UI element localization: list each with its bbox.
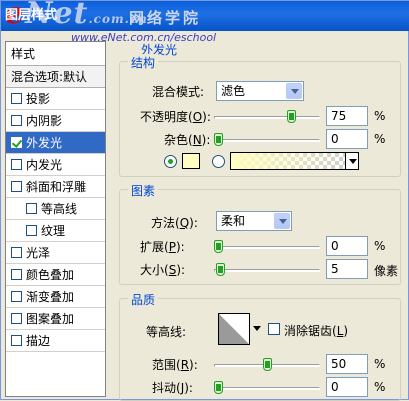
- spread-unit: %: [374, 239, 386, 253]
- styles-header[interactable]: 样式: [6, 42, 105, 66]
- gradient-dropdown-arrow[interactable]: [345, 152, 359, 170]
- layer-style-dialog: eNet.com.cn 网络学院 图层样式 www.eNet.com.cn/es…: [0, 0, 409, 401]
- style-checkbox[interactable]: [11, 247, 22, 258]
- style-checkbox[interactable]: [11, 291, 22, 302]
- style-list-item[interactable]: 投影: [6, 88, 105, 110]
- size-input[interactable]: 5: [326, 259, 368, 279]
- style-checkbox[interactable]: [11, 269, 22, 280]
- size-label: 大小(S):: [140, 263, 186, 277]
- style-list-item-label: 等高线: [41, 202, 78, 216]
- style-list-item-label: 外发光: [26, 136, 63, 150]
- style-list-item[interactable]: 斜面和浮雕: [6, 176, 105, 198]
- anti-alias-checkbox[interactable]: [268, 323, 280, 335]
- style-list-item-label: 光泽: [26, 246, 51, 260]
- style-checkbox[interactable]: [26, 225, 37, 236]
- method-label: 方法(Q):: [151, 216, 198, 230]
- anti-alias-label: 消除锯齿(L): [284, 324, 349, 338]
- jitter-label: 抖动(J):: [152, 381, 193, 395]
- spread-label: 扩展(P):: [140, 240, 185, 254]
- spread-slider-thumb[interactable]: [214, 240, 223, 253]
- noise-unit: %: [374, 132, 386, 146]
- elements-group: 图素 方法(Q): 柔和 扩展(P): 0 % 大小(S): 5 像素: [119, 182, 401, 285]
- jitter-unit: %: [374, 380, 386, 394]
- structure-title: 结构: [128, 54, 159, 71]
- noise-slider[interactable]: [214, 133, 320, 147]
- noise-input[interactable]: 0: [326, 129, 368, 149]
- style-list-item[interactable]: 光泽: [6, 242, 105, 264]
- glow-color-swatch[interactable]: [182, 153, 200, 169]
- range-unit: %: [374, 357, 386, 371]
- style-list-item-label: 渐变叠加: [26, 290, 75, 304]
- technique-select[interactable]: 柔和: [216, 211, 292, 231]
- style-checkbox[interactable]: [11, 313, 22, 324]
- style-checkbox[interactable]: [11, 137, 22, 148]
- style-list-item[interactable]: 内发光: [6, 154, 105, 176]
- jitter-input[interactable]: 0: [326, 377, 368, 397]
- size-slider-thumb[interactable]: [216, 263, 225, 276]
- opacity-unit: %: [374, 109, 386, 123]
- jitter-slider-thumb[interactable]: [214, 381, 223, 394]
- range-input[interactable]: 50: [326, 354, 368, 374]
- blending-options-item[interactable]: 混合选项:默认: [6, 66, 105, 88]
- blend-mode-value: 滤色: [221, 84, 246, 98]
- watermark-subtitle: 网络学院: [129, 9, 202, 27]
- style-checkbox[interactable]: [11, 181, 22, 192]
- style-list-item-label: 内阴影: [26, 114, 63, 128]
- blend-mode-select[interactable]: 滤色: [216, 81, 304, 101]
- noise-slider-thumb[interactable]: [214, 133, 223, 146]
- jitter-slider[interactable]: [214, 381, 320, 395]
- noise-label: 杂色(N):: [164, 133, 211, 147]
- style-checkbox[interactable]: [11, 93, 22, 104]
- style-list-item-label: 内发光: [26, 158, 63, 172]
- gradient-radio[interactable]: [212, 155, 225, 168]
- window-title: 图层样式: [5, 8, 58, 23]
- style-list-item[interactable]: 外发光: [6, 132, 105, 154]
- quality-title: 品质: [128, 291, 159, 308]
- chevron-down-icon: [274, 213, 290, 229]
- style-checkbox[interactable]: [11, 115, 22, 126]
- size-unit: 像素: [374, 264, 399, 278]
- style-list-item[interactable]: 内阴影: [6, 110, 105, 132]
- style-list-item-label: 描边: [26, 334, 51, 348]
- range-label: 范围(R):: [152, 358, 198, 372]
- style-list-item-label: 斜面和浮雕: [26, 180, 87, 194]
- style-checkbox[interactable]: [26, 203, 37, 214]
- opacity-slider-thumb[interactable]: [287, 110, 296, 123]
- elements-title: 图素: [128, 182, 159, 199]
- spread-input[interactable]: 0: [326, 236, 368, 256]
- style-list-item[interactable]: 描边: [6, 330, 105, 352]
- style-list-item-label: 图案叠加: [26, 312, 75, 326]
- opacity-label: 不透明度(O):: [140, 110, 211, 124]
- opacity-input[interactable]: 75: [326, 106, 368, 126]
- structure-group: 结构 混合模式: 滤色 不透明度(O): 75 % 杂色(N): 0 %: [119, 54, 401, 177]
- style-checkbox[interactable]: [11, 335, 22, 346]
- size-slider[interactable]: [214, 263, 320, 277]
- style-list: 样式 混合选项:默认 投影内阴影外发光内发光斜面和浮雕等高线纹理光泽颜色叠加渐变…: [5, 41, 106, 397]
- spread-slider[interactable]: [214, 240, 320, 254]
- chevron-down-icon: [286, 83, 302, 99]
- blend-mode-label: 混合模式:: [152, 85, 205, 99]
- contour-dropdown-arrow[interactable]: [251, 313, 262, 345]
- technique-value: 柔和: [221, 214, 246, 228]
- style-list-item[interactable]: 图案叠加: [6, 308, 105, 330]
- glow-gradient-picker[interactable]: [230, 152, 346, 170]
- title-bar: eNet.com.cn 网络学院 图层样式: [1, 1, 409, 31]
- style-list-item-label: 投影: [26, 92, 51, 106]
- range-slider[interactable]: [214, 358, 320, 372]
- style-list-item[interactable]: 渐变叠加: [6, 286, 105, 308]
- style-list-item[interactable]: 等高线: [6, 198, 105, 220]
- style-list-item[interactable]: 颜色叠加: [6, 264, 105, 286]
- outer-glow-panel: 外发光 结构 混合模式: 滤色 不透明度(O): 75 % 杂色(N): 0 %: [119, 41, 407, 401]
- range-slider-thumb[interactable]: [263, 358, 272, 371]
- style-list-item[interactable]: 纹理: [6, 220, 105, 242]
- solid-color-radio[interactable]: [164, 155, 177, 168]
- style-checkbox[interactable]: [11, 159, 22, 170]
- style-list-item-label: 颜色叠加: [26, 268, 75, 282]
- contour-preview[interactable]: [218, 313, 250, 345]
- quality-group: 品质 等高线: 消除锯齿(L) 范围(R): 50 % 抖动(J): 0 %: [119, 291, 401, 401]
- contour-label: 等高线:: [146, 325, 187, 339]
- opacity-slider[interactable]: [214, 110, 320, 124]
- style-list-item-label: 纹理: [41, 224, 66, 238]
